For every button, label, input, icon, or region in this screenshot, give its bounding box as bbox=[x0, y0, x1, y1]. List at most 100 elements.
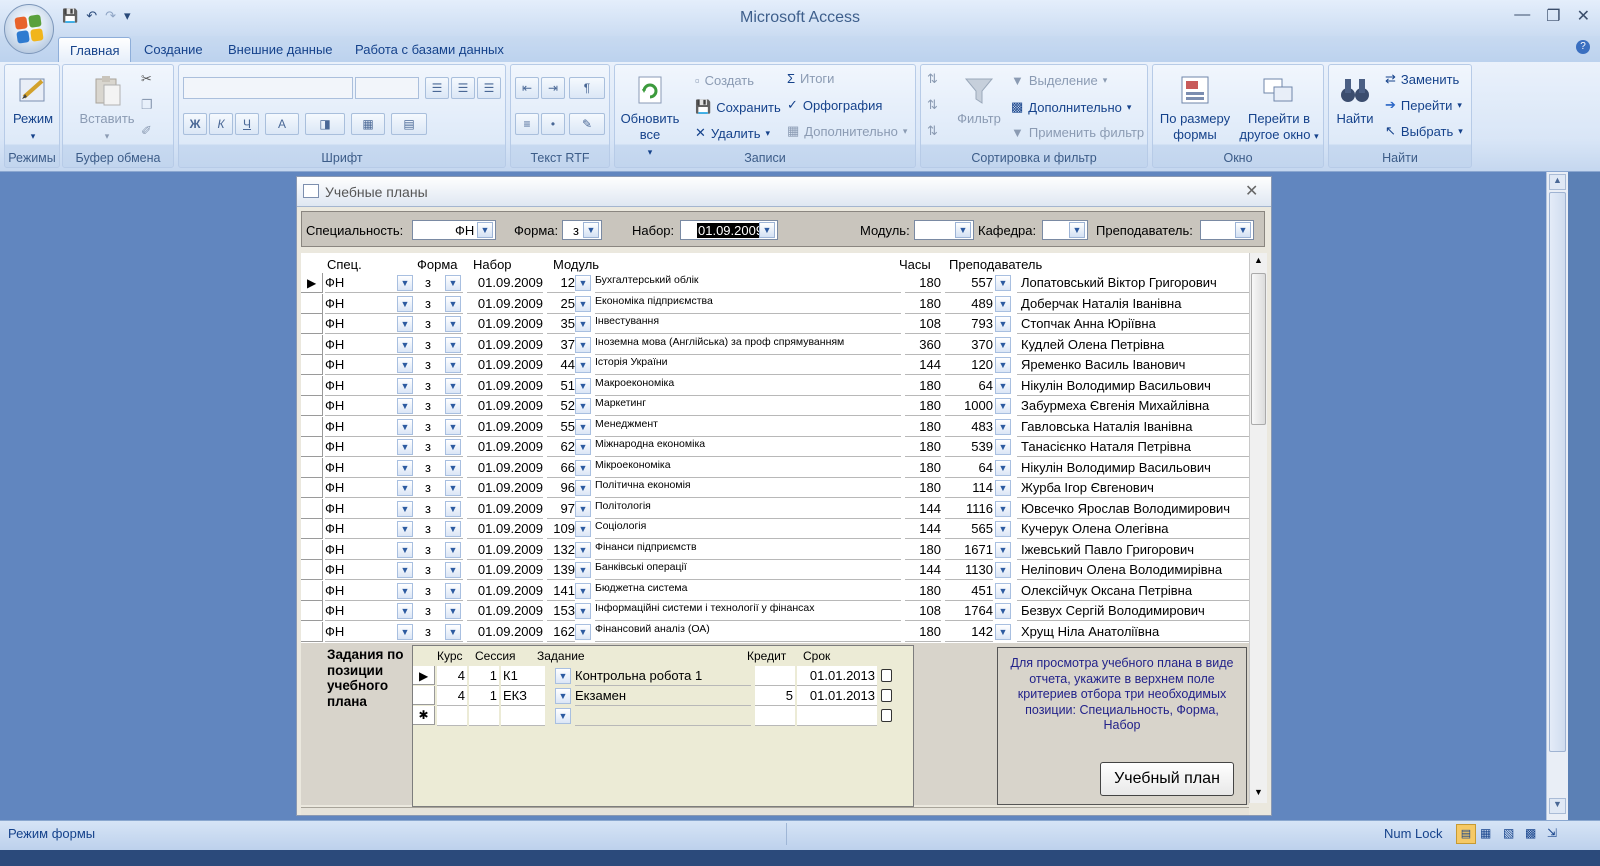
grid-scrollbar[interactable]: ▲ ▼ bbox=[1249, 253, 1267, 803]
code-cell[interactable] bbox=[501, 706, 545, 726]
teacher-id-cell[interactable]: 1000 bbox=[945, 396, 993, 416]
chevron-down-icon[interactable]: ▼ bbox=[575, 418, 591, 435]
table-row[interactable]: ФН ▼ з ▼ 01.09.2009 132 ▼ Фінанси підприємств 18… bbox=[301, 539, 1249, 561]
chevron-down-icon[interactable]: ▼ bbox=[445, 521, 461, 537]
hours-cell[interactable]: 180 bbox=[905, 458, 941, 478]
chevron-down-icon[interactable]: ▼ bbox=[575, 521, 591, 537]
selection-filter-button[interactable]: ▼ Выделение ▾ bbox=[1011, 73, 1107, 88]
report-button[interactable]: Учебный план bbox=[1100, 762, 1234, 796]
teacher-cell[interactable]: Ювсечко Ярослав Володимирович bbox=[1017, 499, 1249, 519]
chevron-down-icon[interactable]: ▼ bbox=[955, 222, 971, 238]
intake-cell[interactable]: 01.09.2009 bbox=[467, 458, 543, 478]
chevron-down-icon[interactable]: ▼ bbox=[445, 316, 461, 332]
switch-window-button[interactable]: Перейти в другое окно ▾ bbox=[1235, 73, 1323, 144]
chevron-down-icon[interactable]: ▼ bbox=[445, 623, 461, 640]
module-name-cell[interactable]: Економіка підприємства bbox=[595, 294, 901, 314]
chevron-down-icon[interactable]: ▼ bbox=[575, 603, 591, 619]
bold-icon[interactable]: Ж bbox=[183, 113, 207, 135]
help-icon[interactable]: ? bbox=[1576, 40, 1590, 54]
chevron-down-icon[interactable]: ▼ bbox=[575, 582, 591, 599]
teacher-id-cell[interactable]: 120 bbox=[945, 355, 993, 375]
paragraph-icon[interactable]: ¶ bbox=[569, 77, 605, 99]
teacher-filter-combo[interactable]: ▼ bbox=[1200, 220, 1254, 240]
hours-cell[interactable]: 108 bbox=[905, 314, 941, 334]
office-button[interactable] bbox=[4, 4, 54, 54]
chevron-down-icon[interactable]: ▼ bbox=[995, 439, 1011, 455]
hours-cell[interactable]: 180 bbox=[905, 417, 941, 437]
chevron-down-icon[interactable]: ▼ bbox=[445, 562, 461, 578]
bullets-icon[interactable]: • bbox=[541, 113, 565, 135]
course-cell[interactable]: 4 bbox=[437, 686, 467, 706]
teacher-id-cell[interactable]: 1671 bbox=[945, 540, 993, 560]
module-id-cell[interactable]: 162 bbox=[547, 622, 575, 642]
teacher-id-cell[interactable]: 565 bbox=[945, 519, 993, 539]
record-selector[interactable]: ▶ bbox=[301, 273, 323, 293]
record-selector[interactable] bbox=[413, 686, 435, 705]
scroll-thumb[interactable] bbox=[1251, 273, 1266, 425]
table-row[interactable]: ▶ ФН ▼ з ▼ 01.09.2009 12 ▼ Бухгалтерський облік 1… bbox=[301, 273, 1249, 294]
record-selector[interactable] bbox=[301, 621, 323, 642]
datasheet-view-icon[interactable]: ▦ bbox=[1480, 826, 1491, 840]
fill-color-icon[interactable]: ◨ bbox=[305, 113, 345, 135]
format-painter-icon[interactable]: ✐ bbox=[141, 123, 152, 139]
intake-cell[interactable]: 01.09.2009 bbox=[467, 294, 543, 314]
deadline-cell[interactable] bbox=[797, 706, 877, 726]
table-row[interactable]: ФН ▼ з ▼ 01.09.2009 44 ▼ Історія України 144 120 ▼… bbox=[301, 355, 1249, 376]
delete-record-button[interactable]: ✕ Удалить ▾ bbox=[695, 125, 770, 141]
teacher-cell[interactable]: Танасієнко Наталя Петрівна bbox=[1017, 437, 1249, 457]
chevron-down-icon[interactable]: ▼ bbox=[397, 439, 413, 455]
chevron-down-icon[interactable]: ▼ bbox=[555, 708, 571, 724]
module-name-cell[interactable]: Банківські операції bbox=[595, 560, 901, 580]
underline-icon[interactable]: Ч bbox=[235, 113, 259, 135]
tab-database-tools[interactable]: Работа с базами данных bbox=[344, 37, 515, 62]
hours-cell[interactable]: 180 bbox=[905, 622, 941, 642]
session-cell[interactable]: 1 bbox=[469, 666, 499, 686]
teacher-id-cell[interactable]: 489 bbox=[945, 294, 993, 314]
chevron-down-icon[interactable]: ▼ bbox=[555, 688, 571, 704]
chevron-down-icon[interactable]: ▼ bbox=[995, 500, 1011, 517]
teacher-id-cell[interactable]: 483 bbox=[945, 417, 993, 437]
chevron-down-icon[interactable]: ▼ bbox=[445, 500, 461, 517]
hours-cell[interactable]: 180 bbox=[905, 376, 941, 396]
chevron-down-icon[interactable]: ▼ bbox=[995, 541, 1011, 558]
teacher-cell[interactable]: Доберчак Наталія Іванівна bbox=[1017, 294, 1249, 314]
totals-button[interactable]: Σ Итоги bbox=[787, 71, 834, 86]
chevron-down-icon[interactable]: ▼ bbox=[397, 582, 413, 599]
module-name-cell[interactable]: Інвестування bbox=[595, 314, 901, 334]
record-selector[interactable]: ▶ bbox=[413, 666, 435, 685]
chevron-down-icon[interactable]: ▼ bbox=[445, 480, 461, 496]
chevron-down-icon[interactable]: ▼ bbox=[397, 295, 413, 312]
hours-cell[interactable]: 180 bbox=[905, 396, 941, 416]
hours-cell[interactable]: 180 bbox=[905, 273, 941, 293]
checkbox[interactable] bbox=[881, 669, 892, 682]
chevron-down-icon[interactable]: ▼ bbox=[445, 398, 461, 414]
session-cell[interactable] bbox=[469, 706, 499, 726]
teacher-id-cell[interactable]: 64 bbox=[945, 458, 993, 478]
module-name-cell[interactable]: Бухгалтерський облік bbox=[595, 273, 901, 293]
teacher-cell[interactable]: Кудлей Олена Петрівна bbox=[1017, 335, 1249, 355]
credit-cell[interactable] bbox=[755, 666, 795, 686]
chevron-down-icon[interactable]: ▼ bbox=[759, 222, 775, 238]
chevron-down-icon[interactable]: ▼ bbox=[477, 222, 493, 238]
chevron-down-icon[interactable]: ▼ bbox=[575, 439, 591, 455]
copy-icon[interactable]: ❐ bbox=[141, 97, 153, 113]
teacher-cell[interactable]: Журба Ігор Євгенович bbox=[1017, 478, 1249, 498]
pivot-table-icon[interactable]: ▧ bbox=[1503, 826, 1514, 840]
teacher-cell[interactable]: Іжевський Павло Григорович bbox=[1017, 540, 1249, 560]
table-row[interactable]: ФН ▼ з ▼ 01.09.2009 139 ▼ Банківські операції 14… bbox=[301, 560, 1249, 581]
view-mode-button[interactable]: Режим ▾ bbox=[7, 73, 59, 144]
record-selector[interactable] bbox=[301, 580, 323, 601]
goto-button[interactable]: ➔ Перейти ▾ bbox=[1385, 97, 1462, 113]
teacher-id-cell[interactable]: 1116 bbox=[945, 499, 993, 519]
chevron-down-icon[interactable]: ▼ bbox=[397, 541, 413, 558]
chevron-down-icon[interactable]: ▼ bbox=[995, 562, 1011, 578]
task-cell[interactable]: Контрольна робота 1 bbox=[575, 666, 751, 686]
chevron-down-icon[interactable]: ▼ bbox=[583, 222, 599, 238]
hours-cell[interactable]: 180 bbox=[905, 437, 941, 457]
intake-cell[interactable]: 01.09.2009 bbox=[467, 437, 543, 457]
tab-create[interactable]: Создание bbox=[133, 37, 214, 62]
select-button[interactable]: ↖ Выбрать ▾ bbox=[1385, 123, 1463, 139]
module-name-cell[interactable]: Фінансовий аналіз (ОА) bbox=[595, 622, 901, 642]
table-row[interactable]: ФН ▼ з ▼ 01.09.2009 96 ▼ Політична економія 180 1… bbox=[301, 478, 1249, 499]
chevron-down-icon[interactable]: ▼ bbox=[995, 398, 1011, 414]
